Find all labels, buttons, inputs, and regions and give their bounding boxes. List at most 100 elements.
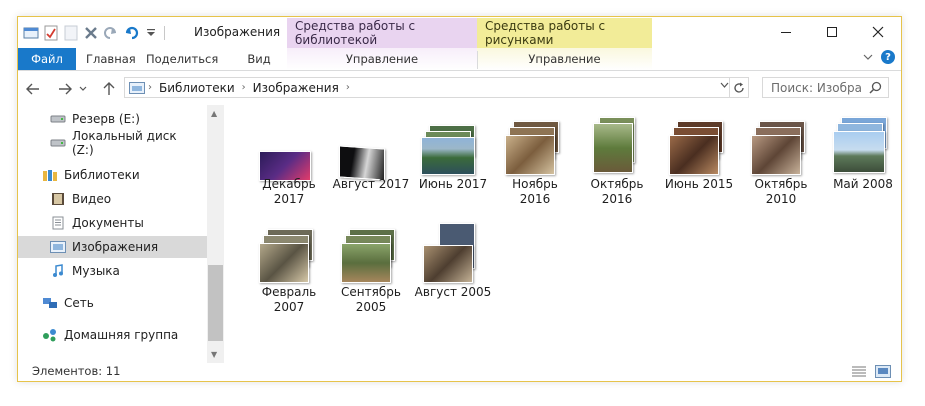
nav-item-label: Сеть — [64, 296, 94, 310]
folder-item[interactable]: Февраль 2007 — [249, 225, 329, 325]
folder-thumbnail — [577, 117, 657, 175]
window-title: Изображения — [194, 25, 281, 39]
delete-icon[interactable] — [82, 24, 100, 42]
folder-label: Ноябрь 2016 — [512, 177, 558, 206]
tab-home[interactable]: Главная — [86, 48, 136, 70]
folder-thumbnail — [249, 117, 329, 181]
maximize-button[interactable] — [809, 17, 855, 47]
chevron-down-icon — [79, 86, 87, 91]
folder-item[interactable]: Октябрь 2016 — [577, 117, 657, 217]
tab-file[interactable]: Файл — [18, 48, 76, 70]
folder-item[interactable]: Декабрь 2017 — [249, 117, 329, 217]
drive-icon — [50, 136, 66, 150]
tab-share[interactable]: Поделиться — [146, 48, 218, 70]
minimize-button[interactable] — [763, 17, 809, 47]
nav-item-documents[interactable]: Документы — [50, 212, 207, 234]
folder-label: Май 2008 — [833, 177, 893, 191]
documents-library-icon — [50, 216, 66, 230]
search-box[interactable] — [762, 77, 889, 98]
breadcrumb-libraries[interactable]: Библиотеки — [159, 81, 235, 95]
folder-item[interactable]: Август 2017 — [331, 117, 411, 217]
nav-item-homegroup[interactable]: Домашняя группа — [42, 324, 207, 346]
window-menu-icon[interactable] — [22, 24, 40, 42]
status-bar: Элементов: 11 — [18, 363, 901, 381]
up-arrow-icon — [103, 82, 115, 95]
search-icon[interactable] — [869, 81, 882, 97]
folder-item[interactable]: Сентябрь 2005 — [331, 225, 411, 325]
address-history-dropdown-icon[interactable] — [720, 81, 729, 91]
folder-item[interactable]: Октябрь 2010 — [741, 117, 821, 217]
forward-button[interactable] — [54, 79, 76, 99]
nav-item-reserve-drive[interactable]: Резерв (E:) — [50, 108, 200, 130]
ribbon-controls: ? — [863, 50, 895, 64]
help-icon[interactable]: ? — [881, 50, 895, 64]
folder-thumbnail — [331, 225, 411, 283]
large-icons-view-icon[interactable] — [875, 365, 891, 381]
expand-ribbon-icon[interactable] — [863, 50, 873, 64]
folder-label: Сентябрь 2005 — [341, 285, 401, 314]
nav-item-local-disk-z[interactable]: Локальный диск (Z:) — [50, 129, 200, 157]
nav-item-label: Локальный диск (Z:) — [72, 129, 177, 157]
folder-label: Июнь 2017 — [418, 177, 488, 191]
properties-icon[interactable] — [42, 24, 60, 42]
scrollbar-thumb[interactable] — [208, 265, 223, 341]
tab-library-manage[interactable]: Управление — [287, 48, 477, 70]
nav-item-network[interactable]: Сеть — [42, 292, 207, 314]
redo-icon[interactable] — [102, 24, 120, 42]
refresh-icon — [734, 82, 744, 93]
recent-locations-button[interactable] — [76, 79, 90, 99]
view-switcher — [851, 365, 891, 381]
breadcrumb-pictures[interactable]: Изображения — [253, 81, 339, 95]
library-tools-context-header: Средства работы с библиотекой — [287, 18, 477, 48]
nav-item-pictures[interactable]: Изображения — [18, 236, 207, 258]
nav-item-label: Документы — [72, 216, 144, 230]
refresh-button[interactable] — [729, 78, 748, 97]
nav-item-label: Музыка — [72, 264, 120, 278]
forward-arrow-icon — [59, 83, 72, 95]
tab-view[interactable]: Вид — [242, 48, 276, 70]
folder-thumbnail — [495, 117, 575, 175]
music-library-icon — [50, 264, 66, 278]
nav-item-label: Домашняя группа — [64, 328, 179, 342]
folder-item[interactable]: Август 2005 — [413, 223, 493, 325]
back-arrow-icon — [26, 83, 39, 95]
folder-label: Август 2017 — [332, 177, 410, 191]
nav-item-label: Библиотеки — [64, 168, 140, 182]
folder-item[interactable]: Май 2008 — [823, 117, 901, 217]
folder-view: Декабрь 2017 Август 2017 Июнь 2017 Ноябрь… — [233, 109, 893, 359]
nav-item-label: Резерв (E:) — [72, 112, 140, 126]
network-icon — [42, 296, 58, 310]
folder-thumbnail — [331, 117, 411, 181]
picture-tools-context-header: Средства работы с рисунками — [477, 18, 652, 48]
breadcrumb-separator-icon: › — [148, 82, 152, 93]
nav-item-music[interactable]: Музыка — [50, 260, 207, 282]
folder-thumbnail — [413, 223, 493, 283]
folder-item[interactable]: Июнь 2017 — [413, 117, 493, 217]
nav-pane-scrollbar[interactable]: ▲ ▼ — [207, 105, 224, 363]
nav-item-libraries[interactable]: Библиотеки — [42, 164, 207, 186]
address-bar[interactable]: › Библиотеки › Изображения › — [124, 77, 749, 98]
undo-icon[interactable] — [122, 24, 140, 42]
search-input[interactable] — [771, 80, 863, 95]
tab-divider — [477, 51, 478, 69]
new-folder-icon[interactable] — [62, 24, 80, 42]
libraries-icon — [42, 168, 58, 182]
back-button[interactable] — [22, 79, 44, 99]
close-button[interactable] — [855, 17, 901, 47]
folder-item[interactable]: Июнь 2015 — [659, 117, 739, 217]
tab-pictures-manage[interactable]: Управление — [477, 48, 652, 70]
navigation-pane: Резерв (E:) Локальный диск (Z:) Библиоте… — [18, 105, 224, 363]
explorer-window: Изображения Средства работы с библиотеко… — [17, 16, 902, 382]
scroll-up-icon[interactable]: ▲ — [211, 109, 217, 118]
scroll-down-icon[interactable]: ▼ — [211, 350, 217, 359]
folder-item[interactable]: Ноябрь 2016 — [495, 117, 575, 217]
pictures-location-icon — [129, 81, 145, 94]
details-view-icon[interactable] — [851, 365, 867, 381]
nav-item-video[interactable]: Видео — [50, 188, 207, 210]
qat-separator — [164, 26, 165, 40]
folder-label: Октябрь 2010 — [754, 177, 808, 206]
customize-qat-chevron-icon[interactable] — [142, 24, 160, 42]
up-button[interactable] — [98, 79, 120, 99]
folder-label: Декабрь 2017 — [262, 177, 316, 206]
quick-access-toolbar — [22, 23, 171, 43]
